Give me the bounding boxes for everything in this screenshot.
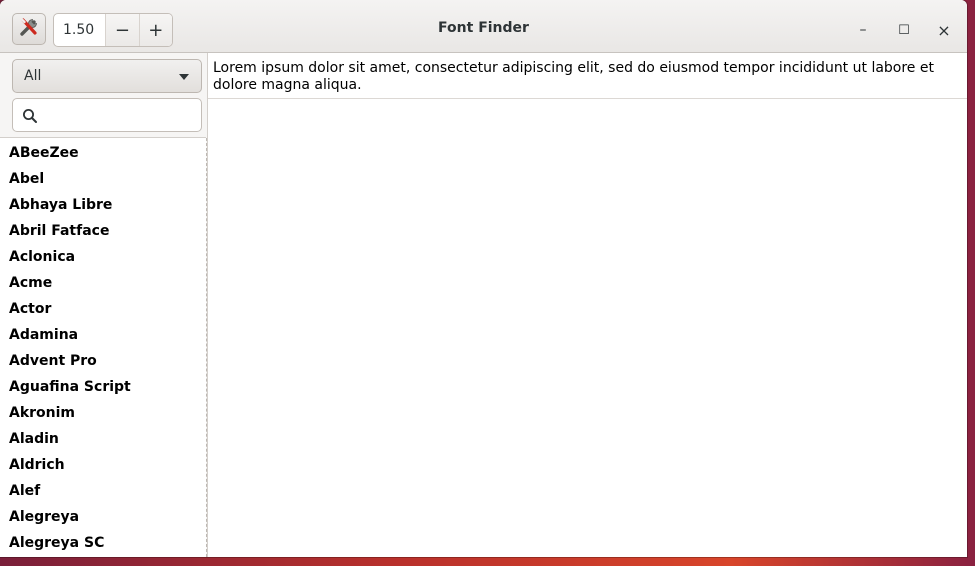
sidebar: All ABeeZee Abel Abhaya Libre Abril Fatface… [0, 53, 208, 557]
font-list-item[interactable]: Acme [0, 270, 206, 296]
search-input[interactable] [45, 102, 199, 130]
font-list-item[interactable]: Alef [0, 478, 206, 504]
font-list-item[interactable]: Alegreya [0, 504, 206, 530]
window-title: Font Finder [438, 20, 529, 36]
dropdown-arrow-icon [179, 74, 189, 80]
font-list-item[interactable]: Aguafina Script [0, 374, 206, 400]
font-list-item[interactable]: Abril Fatface [0, 218, 206, 244]
filter-dropdown[interactable]: All [12, 59, 202, 93]
font-list-item[interactable]: Abhaya Libre [0, 192, 206, 218]
font-list-item[interactable]: Advent Pro [0, 348, 206, 374]
header-bar: 1.50 − + Font Finder – ☐ × [0, 0, 967, 53]
close-button[interactable]: × [932, 18, 956, 42]
font-list-item[interactable]: Aladin [0, 426, 206, 452]
font-list-item[interactable]: Aclonica [0, 244, 206, 270]
maximize-button[interactable]: ☐ [892, 18, 916, 42]
maximize-icon: ☐ [898, 22, 910, 38]
close-icon: × [937, 20, 951, 40]
font-list-item[interactable]: Aldrich [0, 452, 206, 478]
search-icon [22, 108, 38, 128]
font-list-item[interactable]: Alegreya SC [0, 530, 206, 556]
search-field[interactable] [12, 98, 202, 132]
preview-text: Lorem ipsum dolor sit amet, consectetur … [213, 60, 934, 93]
font-list-item[interactable]: Adamina [0, 322, 206, 348]
font-list[interactable]: ABeeZee Abel Abhaya Libre Abril Fatface Aclo… [0, 138, 206, 557]
font-list-item[interactable]: Akronim [0, 400, 206, 426]
font-list-item[interactable]: ABeeZee [0, 140, 206, 166]
app-window: 1.50 − + Font Finder – ☐ × All ABeeZee A… [0, 0, 967, 557]
minimize-button[interactable]: – [851, 18, 875, 42]
divider [208, 98, 967, 99]
preview-pane: Lorem ipsum dolor sit amet, consectetur … [208, 53, 967, 557]
font-list-item[interactable]: Actor [0, 296, 206, 322]
font-list-item[interactable]: Abel [0, 166, 206, 192]
sidebar-scroll-edge [206, 138, 207, 557]
filter-selected-label: All [24, 68, 42, 84]
minimize-icon: – [859, 22, 867, 38]
